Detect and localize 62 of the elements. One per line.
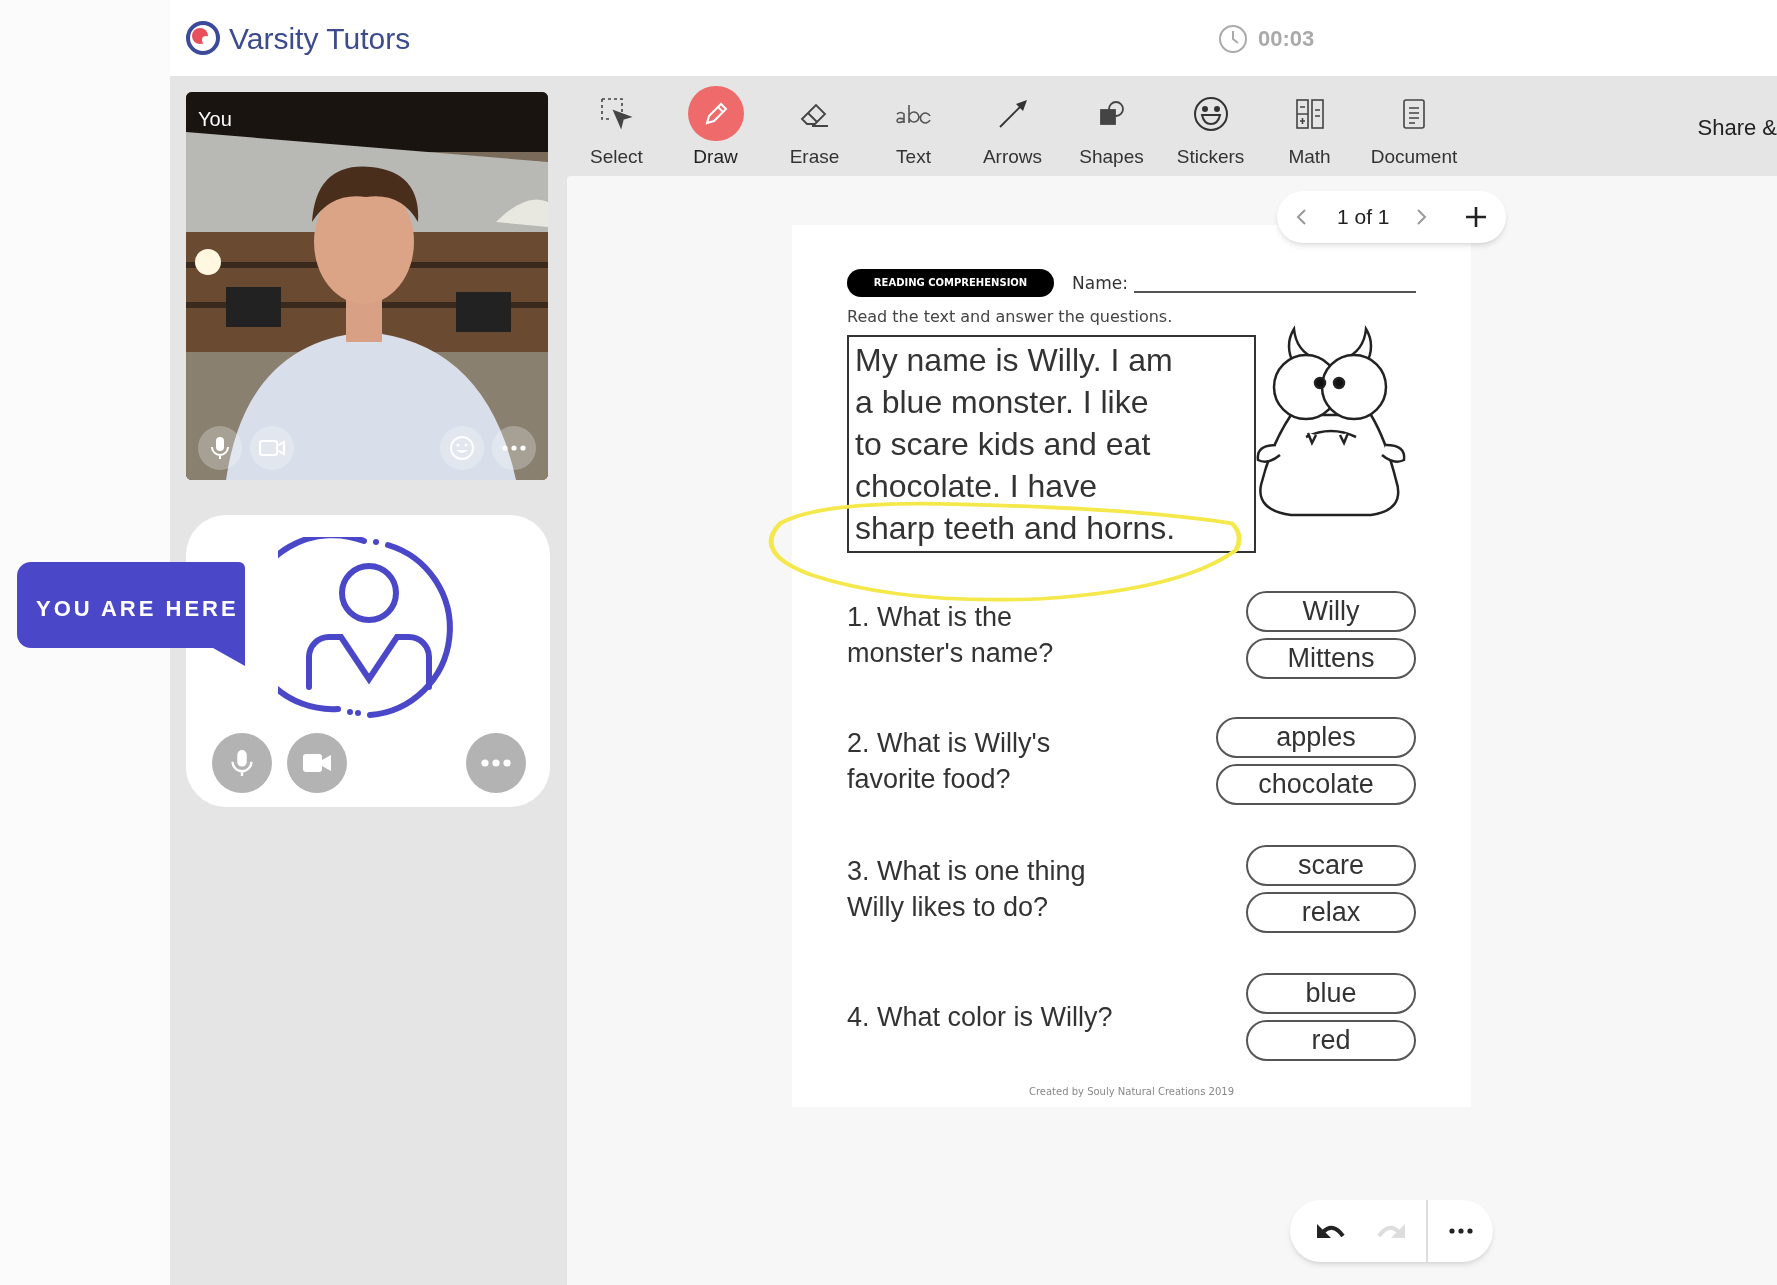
question-text: 3. What is one thing <box>847 854 1086 888</box>
answer-option: scare <box>1246 844 1416 886</box>
answer-option: Mittens <box>1246 637 1416 679</box>
worksheet-tag: READING COMPREHENSION <box>847 268 1055 297</box>
question-text: favorite food? <box>847 762 1012 796</box>
question-text: 2. What is Willy's <box>847 726 1051 760</box>
video-camera-icon <box>259 439 285 457</box>
tool-button[interactable]: Shapes <box>1062 86 1161 166</box>
tool-button[interactable]: Draw <box>666 86 765 166</box>
instruction-text: Read the text and answer the questions. <box>847 305 1174 328</box>
tool-button[interactable]: Erase <box>765 86 864 166</box>
more-icon <box>502 445 526 451</box>
select-icon <box>599 96 634 131</box>
passage-line: sharp teeth and horns. <box>855 508 1177 548</box>
logo-text: Varsity Tutors <box>229 20 411 57</box>
answer-option: blue <box>1246 972 1416 1014</box>
microphone-button[interactable] <box>198 426 242 470</box>
microphone-icon <box>209 436 231 460</box>
document-icon <box>1402 97 1426 130</box>
tool-button[interactable]: Document <box>1359 86 1469 166</box>
smiley-icon <box>1191 94 1230 133</box>
passage-line: to scare kids and eat <box>855 424 1152 464</box>
page-indicator: 1 of 1 <box>1337 204 1390 231</box>
answer-option: chocolate <box>1216 763 1416 805</box>
answer-option: red <box>1246 1019 1416 1061</box>
video-label: You <box>198 107 232 132</box>
timer-text: 00:03 <box>1258 25 1315 53</box>
question-text: 1. What is the <box>847 600 1014 634</box>
camera-button[interactable] <box>287 733 347 793</box>
tool-button[interactable]: Text <box>864 86 963 166</box>
plus-icon <box>1464 205 1488 229</box>
answer-option: apples <box>1216 716 1416 758</box>
callout-text: YOU ARE HERE <box>36 595 239 623</box>
question-text: 4. What color is Willy? <box>847 1000 1113 1034</box>
chevron-left-icon <box>1295 208 1307 226</box>
video-camera-icon <box>302 752 332 774</box>
microphone-icon <box>229 748 255 778</box>
chevron-right-icon <box>1415 208 1428 226</box>
more-icon <box>1448 1228 1473 1234</box>
tool-button[interactable]: Math <box>1260 86 1359 166</box>
question-text: Willy likes to do? <box>847 890 1050 924</box>
credit-text: Created by Souly Natural Creations 2019 <box>1027 1085 1236 1099</box>
passage-line: a blue monster. I like <box>855 382 1150 422</box>
calculator-icon <box>1294 97 1325 130</box>
passage-line: chocolate. I have <box>855 466 1098 506</box>
smiley-icon <box>449 435 475 461</box>
question-text: monster's name? <box>847 636 1054 670</box>
answer-option: Willy <box>1246 590 1416 632</box>
tool-button[interactable]: Stickers <box>1161 86 1260 166</box>
tool-button[interactable]: Select <box>567 86 666 166</box>
name-label: Name: <box>1072 272 1128 295</box>
logo-icon <box>185 20 221 56</box>
more-button[interactable] <box>466 733 526 793</box>
more-icon <box>481 759 511 767</box>
microphone-button[interactable] <box>212 733 272 793</box>
clock-icon <box>1218 23 1248 54</box>
passage-line: My name is Willy. I am <box>855 340 1174 380</box>
more-button[interactable] <box>492 426 536 470</box>
answer-option: relax <box>1246 891 1416 933</box>
add-page-button[interactable] <box>1464 205 1488 229</box>
tool-button[interactable]: Arrows <box>963 86 1062 166</box>
share-label[interactable]: Share & <box>1697 108 1777 144</box>
